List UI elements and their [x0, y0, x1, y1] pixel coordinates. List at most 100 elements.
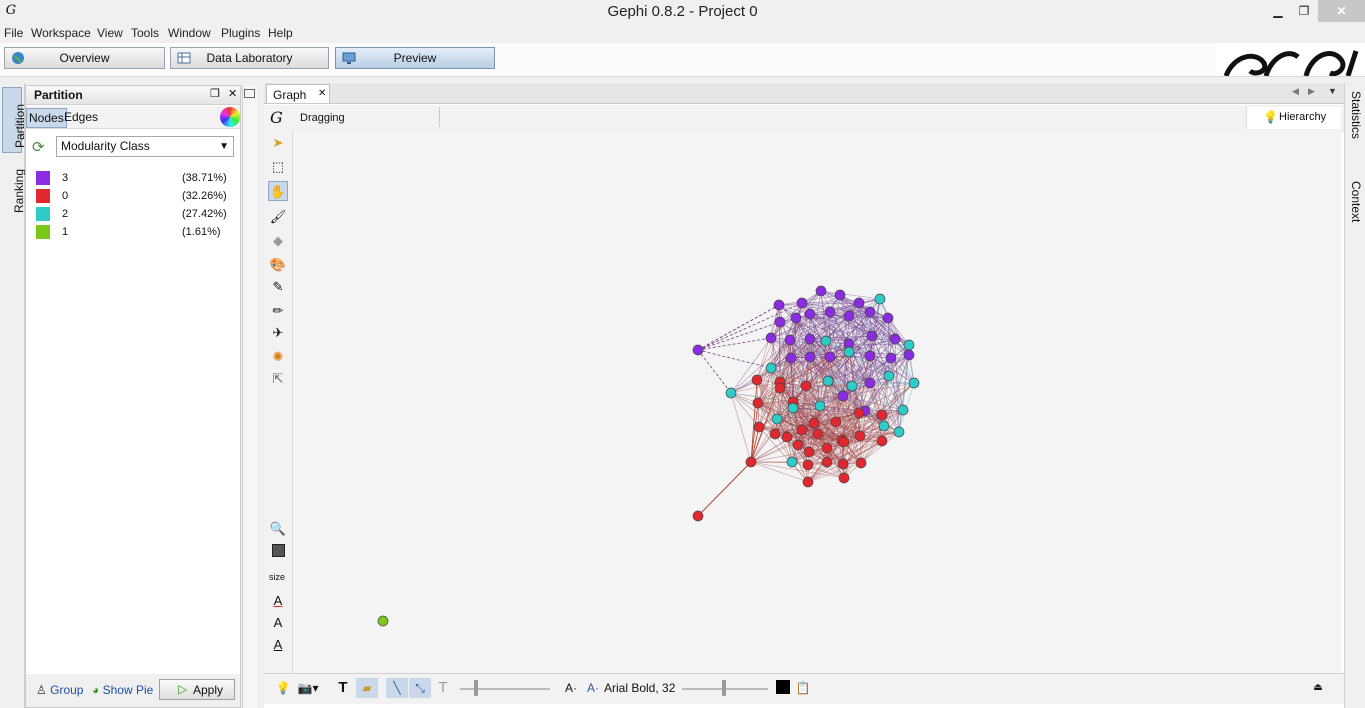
node-labels-icon[interactable]: ▰ [356, 678, 378, 698]
graph-node[interactable] [853, 297, 865, 309]
hierarchy-button[interactable]: 💡 Hierarchy [1246, 107, 1341, 129]
graph-node[interactable] [815, 285, 827, 297]
close-button[interactable]: ✕ [1318, 0, 1365, 22]
graph-node[interactable] [781, 431, 793, 443]
graph-node[interactable] [804, 351, 816, 363]
graph-node[interactable] [903, 349, 915, 361]
partition-row[interactable]: 0 (32.26%) [34, 188, 230, 204]
graph-node[interactable] [824, 306, 836, 318]
graph-node[interactable] [771, 413, 783, 425]
tab-list-icon[interactable]: ▼ [1328, 86, 1337, 96]
graph-node[interactable] [802, 459, 814, 471]
scroll-left-icon[interactable]: ◀ [1292, 86, 1299, 97]
maximize-button[interactable]: ❐ [1291, 0, 1317, 22]
heat-map-icon[interactable]: ✺ [268, 347, 288, 367]
graph-node[interactable] [838, 472, 850, 484]
edge-color-icon[interactable]: ⤡ [409, 678, 431, 698]
graph-node[interactable] [843, 346, 855, 358]
graph-node[interactable] [821, 442, 833, 454]
graph-node[interactable] [876, 409, 888, 421]
graph-node[interactable] [874, 293, 886, 305]
color-swatch[interactable] [36, 189, 50, 203]
edge-labels-icon[interactable]: T [434, 678, 452, 698]
font-size-increase-icon[interactable]: A· [584, 678, 602, 698]
pencil-icon[interactable]: ✎ [268, 277, 288, 297]
label-font-icon[interactable]: A [268, 635, 288, 655]
clipboard-icon[interactable]: 📋 [794, 678, 812, 698]
show-pie-button[interactable]: ◕ Show Pie [92, 683, 153, 697]
edges-toggle-icon[interactable]: ╲ [386, 678, 408, 698]
graph-node[interactable] [751, 374, 763, 386]
graph-node[interactable] [784, 334, 796, 346]
graph-node[interactable] [843, 310, 855, 322]
background-color-icon[interactable] [268, 543, 288, 563]
apply-button[interactable]: ▷ Apply [159, 679, 235, 700]
graph-node[interactable] [774, 382, 786, 394]
graph-node[interactable] [796, 297, 808, 309]
graph-node[interactable] [897, 404, 909, 416]
graph-node[interactable] [885, 352, 897, 364]
painter-icon[interactable]: 🎨 [268, 255, 288, 275]
graph-node[interactable] [803, 446, 815, 458]
graph-node[interactable] [830, 416, 842, 428]
graph-node[interactable] [903, 339, 915, 351]
shortest-path-icon[interactable]: ✈ [268, 323, 288, 343]
menu-view[interactable]: View [97, 25, 123, 42]
graph-node[interactable] [790, 312, 802, 324]
graph-node[interactable] [808, 417, 820, 429]
font-scale-thumb[interactable] [722, 680, 726, 696]
graph-node[interactable] [893, 426, 905, 438]
graph-node[interactable] [765, 362, 777, 374]
graph-node[interactable] [838, 436, 850, 448]
graph-node[interactable] [821, 456, 833, 468]
menu-file[interactable]: File [4, 25, 23, 42]
drag-hand-icon[interactable]: ✋ [268, 181, 288, 201]
graph-node[interactable] [692, 344, 704, 356]
zoom-icon[interactable]: 🔍 [268, 519, 288, 539]
graph-node[interactable] [878, 420, 890, 432]
group-button[interactable]: ♙ Group [36, 683, 83, 697]
menu-workspace[interactable]: Workspace [31, 25, 91, 42]
graph-node[interactable] [824, 351, 836, 363]
graph-node[interactable] [883, 370, 895, 382]
network-graph[interactable] [293, 131, 1341, 676]
tab-nodes[interactable]: Nodes [26, 108, 67, 128]
graph-node[interactable] [864, 350, 876, 362]
minimize-button[interactable]: ▁ [1265, 0, 1291, 22]
graph-node[interactable] [864, 306, 876, 318]
graph-node[interactable] [785, 352, 797, 364]
font-size-decrease-icon[interactable]: A· [562, 678, 580, 698]
graph-node[interactable] [692, 510, 704, 522]
graph-canvas[interactable] [293, 131, 1341, 676]
graph-node[interactable] [876, 435, 888, 447]
brush-icon[interactable]: 🖌 [268, 207, 288, 227]
label-size-icon[interactable]: A [268, 613, 288, 633]
graph-node[interactable] [820, 335, 832, 347]
graph-node[interactable] [853, 407, 865, 419]
graph-node[interactable] [765, 332, 777, 344]
graph-node[interactable] [796, 424, 808, 436]
partition-row[interactable]: 3 (38.71%) [34, 170, 230, 186]
diamond-icon[interactable]: ◆ [268, 231, 288, 251]
graph-node[interactable] [908, 377, 920, 389]
graph-node[interactable] [882, 312, 894, 324]
color-swatch[interactable] [36, 171, 50, 185]
panel-scroll-column[interactable] [242, 85, 257, 708]
color-swatch[interactable] [36, 225, 50, 239]
graph-node[interactable] [725, 387, 737, 399]
show-labels-icon[interactable]: T [334, 678, 352, 698]
edge-pencil-icon[interactable]: ✏ [268, 301, 288, 321]
menu-help[interactable]: Help [268, 25, 293, 42]
graph-node[interactable] [834, 289, 846, 301]
graph-node[interactable] [769, 428, 781, 440]
graph-node[interactable] [889, 333, 901, 345]
graph-node[interactable] [745, 456, 757, 468]
graph-node[interactable] [804, 333, 816, 345]
eject-icon[interactable]: ⏏ [1310, 678, 1326, 698]
tab-graph[interactable]: Graph ✕ [266, 84, 330, 103]
partition-row[interactable]: 2 (27.42%) [34, 206, 230, 222]
close-tab-icon[interactable]: ✕ [318, 88, 326, 99]
graph-node[interactable] [752, 397, 764, 409]
graph-node[interactable] [774, 316, 786, 328]
graph-node[interactable] [866, 330, 878, 342]
